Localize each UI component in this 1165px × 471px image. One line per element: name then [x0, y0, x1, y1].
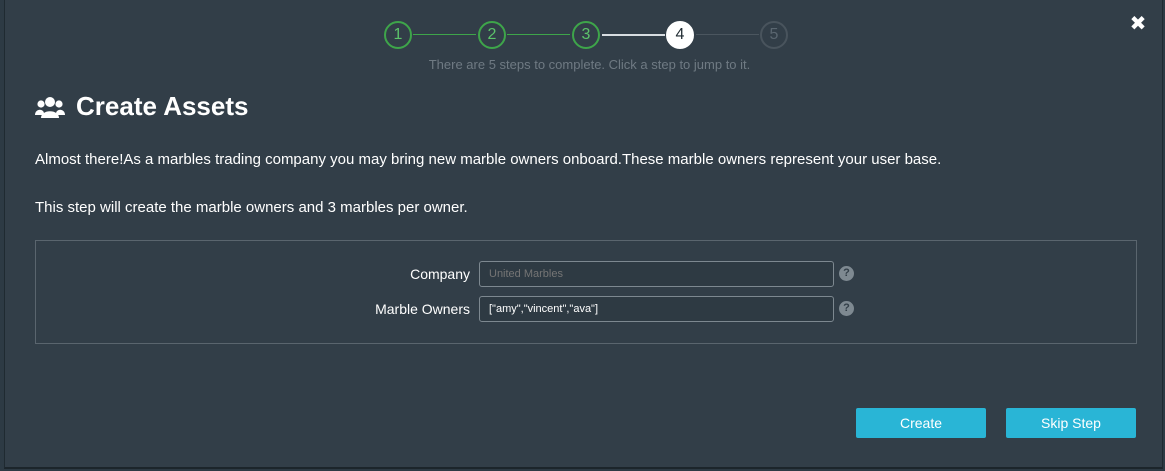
step-2[interactable]: 2 [478, 21, 506, 49]
step-connector [696, 34, 759, 35]
marble-owners-label: Marble Owners [375, 301, 470, 317]
step-5[interactable]: 5 [760, 21, 788, 49]
marble-owners-input[interactable] [479, 296, 834, 322]
page-title: Create Assets [76, 91, 249, 121]
step-connector [413, 34, 476, 35]
stepper-hint: There are 5 steps to complete. Click a s… [428, 57, 751, 72]
create-button[interactable]: Create [856, 408, 986, 438]
step-connector [602, 34, 665, 36]
step-4[interactable]: 4 [666, 21, 694, 49]
create-assets-modal: ✖ 1 2 3 4 5 There are 5 steps to complet… [4, 0, 1163, 469]
company-label: Company [410, 266, 470, 282]
users-icon [35, 97, 65, 118]
marble-owners-help-icon[interactable]: ? [839, 301, 854, 316]
step-1[interactable]: 1 [384, 21, 412, 49]
skip-step-button[interactable]: Skip Step [1006, 408, 1136, 438]
company-help-icon[interactable]: ? [839, 266, 854, 281]
step-3[interactable]: 3 [572, 21, 600, 49]
intro-paragraph: Almost there!As a marbles trading compan… [35, 151, 942, 168]
asset-form: Company ? Marble Owners ? [35, 240, 1137, 344]
step-connector [507, 34, 570, 35]
close-icon[interactable]: ✖ [1128, 12, 1148, 34]
company-input[interactable] [479, 261, 834, 287]
step-description: This step will create the marble owners … [35, 199, 468, 216]
